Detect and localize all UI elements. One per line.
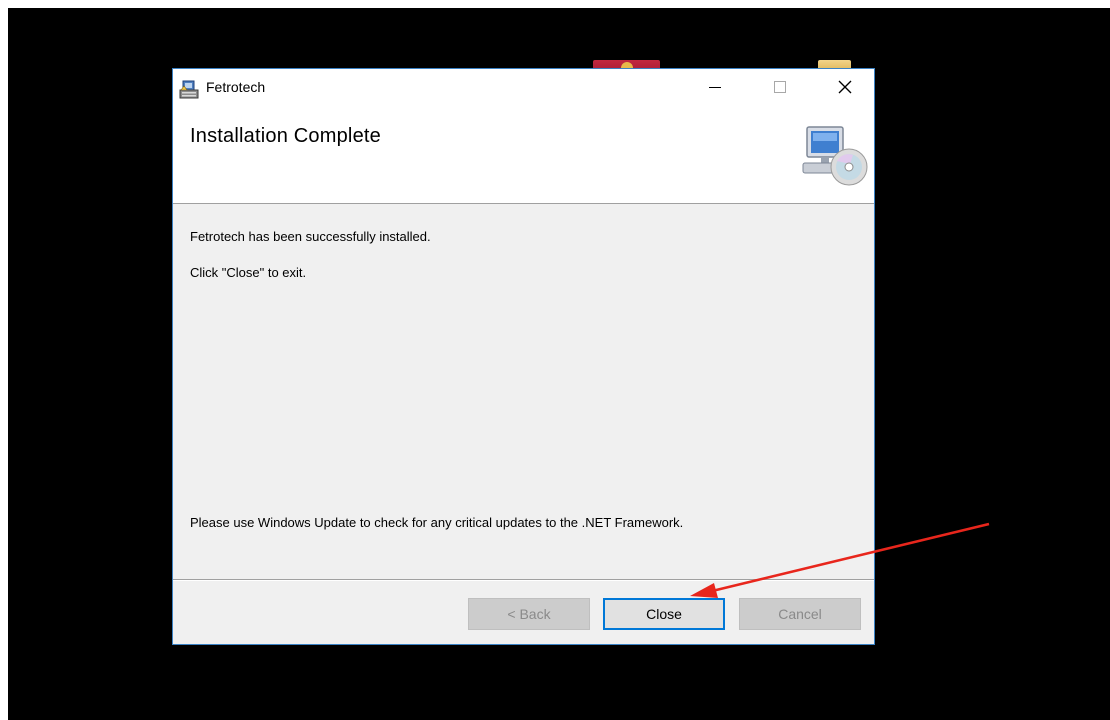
footer-separator — [173, 579, 874, 581]
computer-cd-icon — [802, 126, 868, 186]
window-title: Fetrotech — [206, 79, 266, 95]
minimize-icon — [709, 87, 721, 88]
header-panel: Installation Complete — [173, 107, 874, 204]
maximize-icon — [774, 81, 786, 93]
page-title: Installation Complete — [190, 125, 381, 147]
minimize-button[interactable] — [692, 69, 738, 105]
installer-package-icon — [179, 80, 199, 99]
exit-instruction: Click "Close" to exit. — [190, 265, 307, 280]
success-message: Fetrotech has been successfully installe… — [190, 229, 431, 244]
update-notice: Please use Windows Update to check for a… — [190, 515, 684, 530]
back-button[interactable]: < Back — [468, 598, 590, 630]
title-bar[interactable]: Fetrotech — [173, 69, 874, 107]
installer-window: Fetrotech Installation Complete Fetrotec… — [172, 68, 875, 645]
cancel-button[interactable]: Cancel — [739, 598, 861, 630]
close-window-button[interactable] — [822, 69, 868, 105]
close-icon — [838, 80, 852, 94]
maximize-button[interactable] — [757, 69, 803, 105]
close-button[interactable]: Close — [603, 598, 725, 630]
